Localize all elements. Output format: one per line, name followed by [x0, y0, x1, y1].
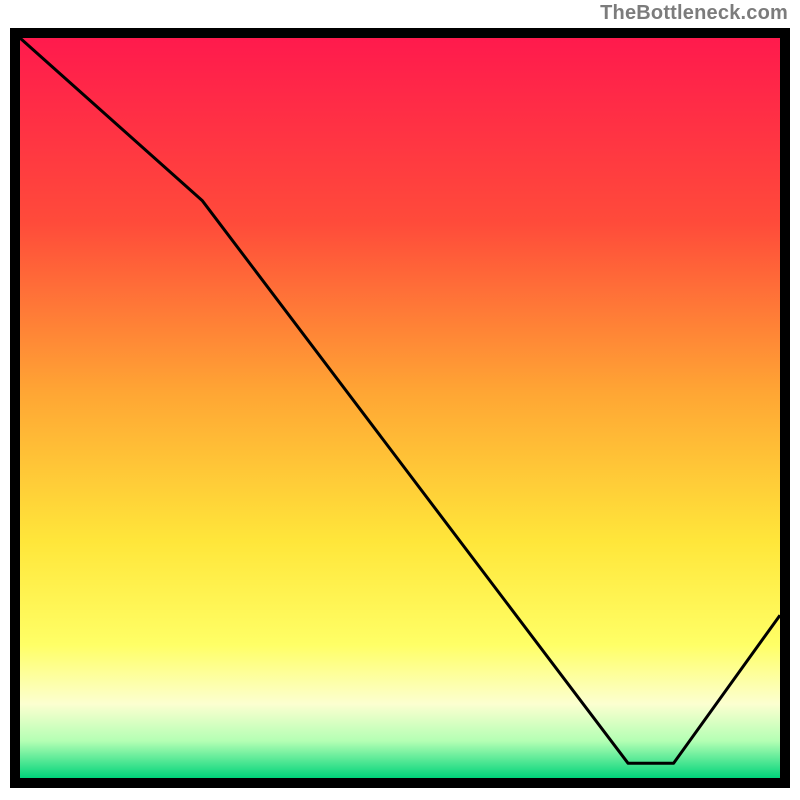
chart-background	[20, 38, 780, 778]
chart-container: TheBottleneck.com	[0, 0, 800, 800]
bottleneck-chart	[10, 28, 790, 788]
attribution-label: TheBottleneck.com	[600, 2, 788, 25]
